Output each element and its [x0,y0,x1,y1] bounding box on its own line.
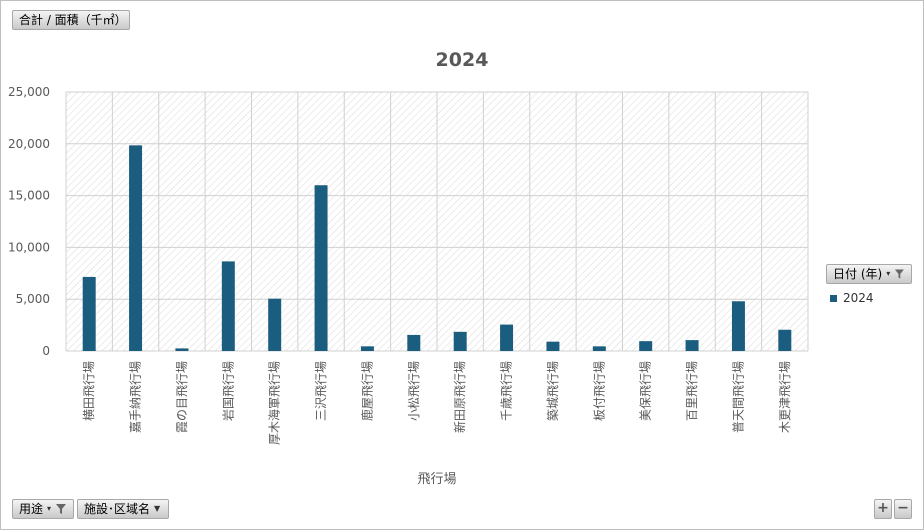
bar[interactable] [778,329,792,351]
x-category-label: 木更津飛行場 [778,361,792,433]
bar[interactable] [82,276,96,351]
bar[interactable] [314,185,328,351]
usage-field-label: 用途 [19,502,44,516]
bar[interactable] [592,346,606,351]
chart-title: 2024 [436,49,489,71]
legend-swatch [830,294,837,302]
y-tick-label: 10,000 [8,240,50,254]
filter-icon [895,269,905,279]
facility-field-label: 施設･区域名 [84,502,151,516]
chevron-down-icon: ▾ [47,504,52,513]
bar[interactable] [639,341,653,351]
legend-entry-label: 2024 [843,291,874,305]
bar[interactable] [500,324,514,351]
y-axis-ticks: 0 5,000 10,000 15,000 20,000 25,000 [8,85,50,358]
x-category-label: 美保飛行場 [639,361,653,421]
x-category-label: 三沢飛行場 [314,361,328,421]
x-category-label: 小松飛行場 [407,361,421,421]
x-category-label: 横田飛行場 [82,361,96,421]
y-tick-label: 25,000 [8,85,50,99]
bar[interactable] [268,298,282,351]
y-tick-label: 15,000 [8,189,50,203]
y-tick-label: 5,000 [16,292,50,306]
bar[interactable] [731,301,745,351]
x-category-label: 岩国飛行場 [220,361,235,421]
measure-field-button[interactable]: 合計 / 面積（千㎡） [12,10,130,30]
legend-field-label: 日付 (年) [833,267,883,281]
facility-field-button[interactable]: 施設･区域名 ▼ [77,499,169,519]
x-category-label: 厚木海軍飛行場 [267,361,282,445]
x-category-label: 千歳飛行場 [500,361,514,421]
x-category-label: 百里飛行場 [685,361,699,421]
x-category-label: 霞の目飛行場 [175,361,189,433]
measure-field-label: 合計 / 面積（千㎡） [19,13,127,27]
x-axis-title: 飛行場 [417,472,456,487]
chevron-down-icon: ▼ [154,504,161,513]
x-category-label: 新田原飛行場 [452,361,467,433]
legend-entry: 2024 [830,291,874,305]
x-category-label: 築城飛行場 [545,361,560,421]
y-tick-label: 20,000 [8,137,50,151]
bar[interactable] [453,331,467,351]
x-category-label: 普天間飛行場 [731,361,745,433]
x-axis-categories: 横田飛行場 嘉手納飛行場 霞の目飛行場 岩国飛行場 厚木海軍飛行場 三沢飛行場 鹿屋飛行場 小… [82,361,792,445]
x-category-label: 嘉手納飛行場 [129,361,143,433]
bar[interactable] [129,145,143,351]
y-tick-label: 0 [42,344,50,358]
x-category-label: 板付飛行場 [592,361,606,421]
bar-chart: 2024 0 5,000 10,000 15,000 20,000 25,000 横田飛行… [8,49,809,487]
expand-button[interactable]: + [874,499,892,519]
bar[interactable] [685,340,699,351]
bar[interactable] [546,341,560,351]
x-category-label: 鹿屋飛行場 [359,361,374,421]
usage-field-button[interactable]: 用途 ▾ [12,499,74,519]
bar[interactable] [175,348,189,351]
bar[interactable] [221,261,235,351]
filter-icon [56,504,67,514]
bar[interactable] [360,346,374,351]
chevron-down-icon: ▾ [886,269,891,278]
collapse-button[interactable]: − [894,499,912,519]
bar[interactable] [407,334,421,351]
legend-field-button[interactable]: 日付 (年) ▾ [826,264,912,284]
